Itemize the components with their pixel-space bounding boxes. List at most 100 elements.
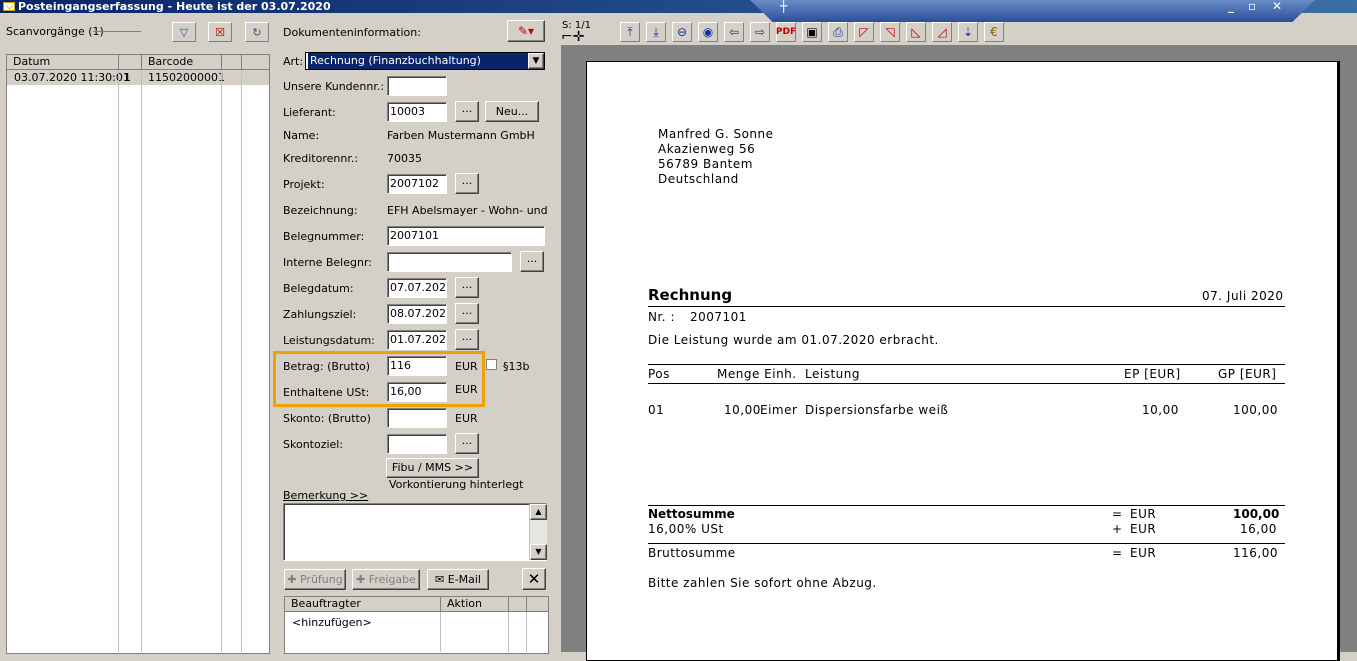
zoom-out-icon[interactable]: ⊖ (672, 22, 692, 42)
leistungsdatum-picker-button[interactable]: ... (455, 329, 479, 350)
lieferant-label: Lieferant: (283, 106, 336, 119)
kreditor-value: 70035 (387, 152, 422, 165)
euro-icon[interactable]: € (984, 22, 1004, 42)
bemerkung-link[interactable]: Bemerkung >> (283, 489, 368, 502)
ust-currency: EUR (455, 383, 478, 396)
kundennr-input[interactable] (387, 76, 447, 96)
zahlungsziel-input[interactable]: 08.07.2020 (387, 304, 447, 324)
lieferant-browse-button[interactable]: ... (455, 101, 479, 122)
scan-grid[interactable]: Datum Barcode 03.07.2020 11:30:01 1 1150… (6, 54, 270, 654)
col-menge: Menge Einh. (717, 367, 797, 381)
col-barcode[interactable]: Barcode (142, 55, 222, 69)
col-beauftragter[interactable]: Beauftragter (285, 597, 441, 611)
scroll-up-icon[interactable]: ▲ (530, 504, 547, 520)
col-extra-1[interactable] (222, 55, 242, 69)
col-datum[interactable]: Datum (7, 55, 119, 69)
scroll-down-icon[interactable]: ▼ (530, 544, 547, 560)
lieferant-new-button[interactable]: Neu... (485, 101, 539, 122)
col-ep: EP [EUR] (1124, 367, 1181, 381)
col-nr[interactable] (119, 55, 142, 69)
zoom-fit-icon[interactable]: ◉ (698, 22, 718, 42)
bemerkung-textarea[interactable] (283, 503, 547, 561)
pdf-icon[interactable]: PDF (776, 22, 796, 42)
bemerkung-scrollbar[interactable]: ▲ ▼ (529, 504, 547, 560)
corner-tr-icon[interactable]: ◹ (880, 22, 900, 42)
address-line: Deutschland (658, 172, 739, 186)
projekt-browse-button[interactable]: ... (455, 173, 479, 194)
interne-belegnr-input[interactable] (387, 252, 512, 272)
page-icon[interactable]: ▣ (802, 22, 822, 42)
table-row[interactable]: 03.07.2020 11:30:01 1 11502000001 (7, 70, 269, 85)
belegnummer-label: Belegnummer: (283, 230, 365, 243)
scan-title: Scanvorgänge (1) (6, 25, 104, 38)
betrag-input[interactable]: 116 (387, 356, 447, 376)
close-button[interactable]: ✕ (1272, 0, 1282, 13)
divider (648, 383, 1285, 384)
netto-currency: EUR (1130, 507, 1157, 521)
belegnummer-input[interactable]: 2007101 (387, 226, 545, 246)
address-line: 56789 Bantem (658, 157, 753, 171)
tasks-add-item[interactable]: <hinzufügen> (292, 616, 372, 629)
skontoziel-picker-button[interactable]: ... (455, 433, 479, 454)
tasks-grid[interactable]: Beauftragter Aktion <hinzufügen> (284, 596, 549, 654)
refresh-button[interactable]: ↻ (245, 22, 269, 42)
brutto-value: 116,00 (1233, 546, 1278, 560)
grid-line (241, 70, 242, 652)
belegdatum-input[interactable]: 07.07.2020 (387, 278, 447, 298)
art-select-value: Rechnung (Finanzbuchhaltung) (308, 53, 530, 69)
fibu-mms-button[interactable]: Fibu / MMS >> (386, 458, 479, 478)
item-ep: 10,00 (1142, 403, 1179, 417)
corner-bl-icon[interactable]: ◺ (906, 22, 926, 42)
invoice-nr-label: Nr. : (648, 310, 675, 324)
row-nr: 1 (124, 71, 131, 84)
col-aktion[interactable]: Aktion (441, 597, 509, 611)
minimize-button[interactable]: _ (1228, 0, 1234, 13)
grid-line (440, 612, 441, 652)
close-icon: ✕ (527, 570, 541, 588)
art-label: Art: (283, 55, 304, 68)
stamp-button[interactable]: ✎▾ (507, 20, 545, 42)
interne-browse-button[interactable]: ... (520, 251, 544, 272)
arrow-left-icon[interactable]: ⇦ (724, 22, 744, 42)
col-extra-2[interactable] (242, 55, 269, 69)
filter-button[interactable]: ▽ (172, 22, 196, 42)
remove-button[interactable]: ✕ (522, 568, 546, 590)
move-cursor-icon[interactable]: ⌐✛ (561, 30, 584, 44)
print-icon[interactable]: ⎙ (828, 22, 848, 42)
address-line: Akazienweg 56 (658, 142, 756, 156)
art-select[interactable]: Rechnung (Finanzbuchhaltung) ▼ (305, 52, 545, 70)
zahlungsziel-picker-button[interactable]: ... (455, 303, 479, 324)
corner-br-icon[interactable]: ◿ (932, 22, 952, 42)
skonto-input[interactable] (387, 408, 447, 428)
arrow-top-icon[interactable]: ⤒ (620, 22, 640, 42)
projekt-input[interactable]: 2007102 (387, 174, 447, 194)
arrow-right-icon[interactable]: ⇨ (750, 22, 770, 42)
chevron-down-icon[interactable]: ▼ (528, 53, 544, 69)
ust-input[interactable]: 16,00 (387, 382, 447, 402)
belegdatum-picker-button[interactable]: ... (455, 277, 479, 298)
brutto-currency: EUR (1130, 546, 1157, 560)
freigabe-button[interactable]: ✚ Freigabe (352, 569, 420, 590)
row-barcode: 11502000001 (148, 71, 225, 84)
p13b-checkbox[interactable] (486, 359, 497, 370)
corner-tl-icon[interactable]: ◸ (854, 22, 874, 42)
leistungsdatum-input[interactable]: 01.07.2020 (387, 330, 447, 350)
pin-icon[interactable]: ┼ (780, 0, 787, 13)
skontoziel-input[interactable] (387, 434, 447, 454)
email-button[interactable]: ✉ E-Mail (427, 569, 489, 590)
rotate-icon[interactable]: ⇣ (958, 22, 978, 42)
arrow-bottom-icon[interactable]: ⤓ (646, 22, 666, 42)
plus-icon: ✚ (356, 573, 366, 586)
stamp-icon: ✎▾ (517, 24, 535, 38)
col-extra[interactable] (509, 597, 527, 611)
pruefung-button[interactable]: ✚ Prüfung (284, 569, 346, 590)
lieferant-input[interactable]: 10003 (387, 102, 447, 122)
netto-label: Nettosumme (648, 507, 735, 521)
divider (648, 306, 1285, 307)
restore-button[interactable]: ▫ (1248, 0, 1256, 13)
delete-scan-button[interactable]: ☒ (208, 22, 232, 42)
scan-title-divider (93, 31, 141, 32)
filter-icon: ▽ (179, 25, 189, 39)
skontoziel-label: Skontoziel: (283, 438, 344, 451)
address-line: Manfred G. Sonne (658, 127, 774, 141)
